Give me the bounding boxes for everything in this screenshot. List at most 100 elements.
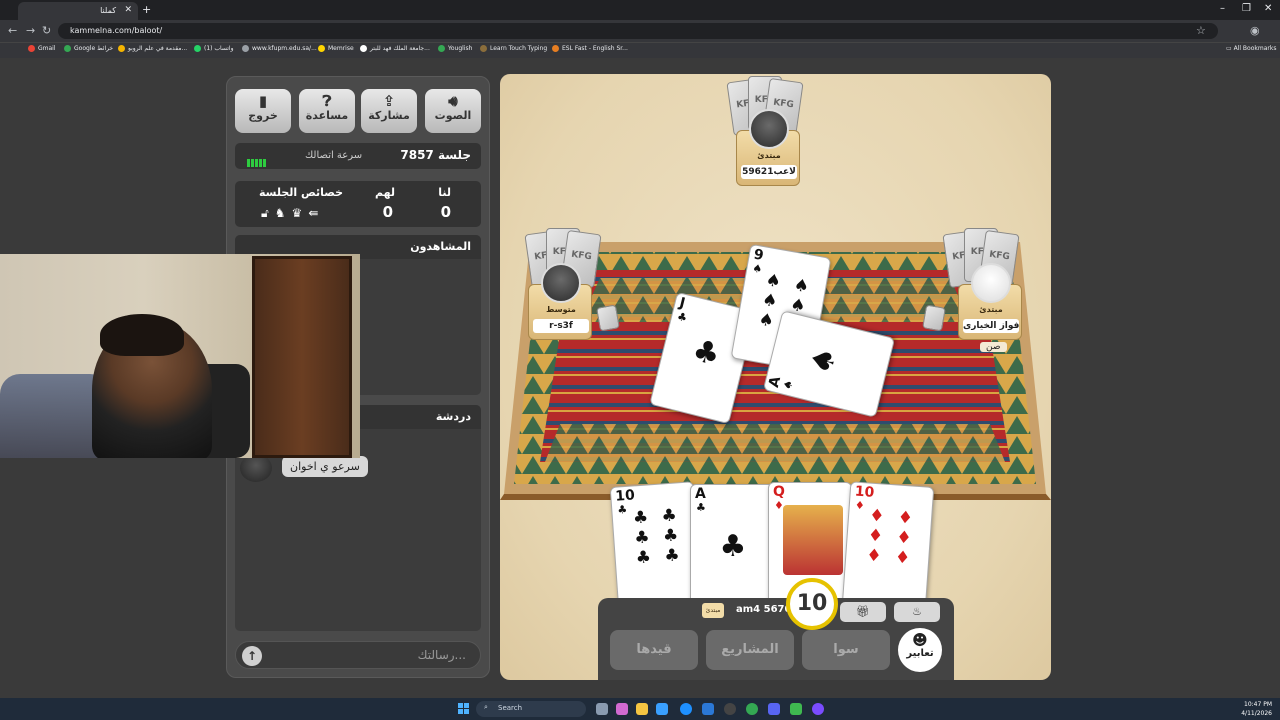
horse-icon: ♞ <box>274 206 292 220</box>
avatar <box>971 263 1011 303</box>
qaydha-button[interactable]: قيدها <box>610 630 698 670</box>
address-bar-row: ← → ↻ kammelna.com/baloot/ ☆ ◉ <box>0 20 1280 42</box>
bookmark-item[interactable]: مقدمة في علم الروبو... <box>118 45 187 52</box>
taskbar: ⌕ Search 10:47 PM 4/11/2026 <box>0 698 1280 720</box>
door <box>252 256 352 458</box>
discord-icon[interactable] <box>768 703 780 715</box>
mail-icon[interactable] <box>702 703 714 715</box>
share-icon: ⇪ <box>382 92 396 110</box>
close-window-icon[interactable]: ✕ <box>1264 3 1272 14</box>
hand-card[interactable]: A ♣ ♣ <box>690 484 774 610</box>
profile-icon[interactable]: ◉ <box>1250 24 1260 37</box>
bookmark-item[interactable]: Youglish <box>438 45 472 52</box>
arrows-icon: ⇚ <box>308 206 325 220</box>
player-left[interactable]: متوسط r-s3f <box>528 263 592 340</box>
bookmark-item[interactable]: Google خرائط <box>64 45 113 52</box>
hand-card[interactable]: 10 ♦ ♦ ♦ ♦ ♦ ♦ ♦ <box>841 481 935 613</box>
search-icon: ⌕ <box>484 703 488 711</box>
trophy-icon: ♛ <box>291 206 309 220</box>
sound-button[interactable]: 🔊︎ الصوت <box>425 89 481 133</box>
edge-icon[interactable] <box>680 703 692 715</box>
connection-bars-icon <box>247 152 267 171</box>
app-icon[interactable] <box>790 703 802 715</box>
chat-bubble: سرعو ي اخوان <box>282 456 368 477</box>
minimize-icon[interactable]: – <box>1220 3 1225 14</box>
browser-tab[interactable]: كملنا ✕ <box>18 2 138 20</box>
player-left-name: r-s3f <box>533 319 589 333</box>
chrome-icon[interactable] <box>746 703 758 715</box>
connection-label: سرعة اتصالك <box>305 150 363 161</box>
url-text: kammelna.com/baloot/ <box>70 26 163 35</box>
app-icon[interactable] <box>812 703 824 715</box>
url-field[interactable]: kammelna.com/baloot/ <box>58 23 1218 39</box>
projects-button[interactable]: المشاريع <box>706 630 794 670</box>
bookmark-item[interactable]: www.kfupm.edu.sa/... <box>242 45 317 52</box>
player-top-name: لاعب59621 <box>741 165 797 179</box>
turn-timer: 10 <box>786 578 838 630</box>
my-name: am4 5670 <box>736 604 792 615</box>
taskbar-search[interactable]: ⌕ Search <box>476 701 586 717</box>
score-box: لنا لهم خصائص الجلسة 0 0 🔓︎♞♛⇚ <box>235 181 481 227</box>
all-bookmarks[interactable]: ▭ All Bookmarks <box>1226 45 1276 52</box>
bookmark-item[interactable]: ESL Fast - English Sr... <box>552 45 628 52</box>
restore-icon[interactable]: ❐ <box>1242 3 1251 14</box>
clock-date: 4/11/2026 <box>1241 710 1272 717</box>
hand-card[interactable]: 10 ♣ ♣ ♣ ♣ ♣ ♣ ♣ <box>609 481 703 613</box>
message-input[interactable]: ↑ رسالتك... <box>235 641 481 669</box>
app-icon[interactable] <box>616 703 628 715</box>
reload-icon[interactable]: ↻ <box>42 24 51 37</box>
windows-icon[interactable] <box>458 703 470 715</box>
gift-icon[interactable]: 🎁︎ <box>840 602 886 622</box>
session-props-label: خصائص الجلسة <box>259 186 344 199</box>
bookmark-item[interactable]: Learn Touch Typing <box>480 45 547 52</box>
expressions-button[interactable]: ☻ تعابير <box>898 628 942 672</box>
avatar <box>749 109 789 149</box>
session-props-icons: 🔓︎♞♛⇚ <box>261 206 324 221</box>
exit-button[interactable]: ▮ خروج <box>235 89 291 133</box>
lock-icon: 🔓︎ <box>261 206 275 220</box>
star-icon[interactable]: ☆ <box>1196 24 1206 37</box>
them-score: 0 <box>382 203 393 221</box>
bookmark-item[interactable]: (1) واتساب <box>194 45 233 52</box>
exit-icon: ▮ <box>258 92 268 110</box>
webcam-overlay <box>0 254 360 458</box>
bookmark-item[interactable]: Gmail <box>28 45 56 52</box>
player-right-role: صن <box>980 342 1007 352</box>
folder-icon: ▭ <box>1226 45 1234 52</box>
player-right-level: مبتدئ <box>979 305 1003 314</box>
app-icon[interactable] <box>656 703 668 715</box>
forward-icon[interactable]: → <box>26 24 35 37</box>
bookmark-item[interactable]: جامعة الملك فهد للبتر... <box>360 45 430 52</box>
help-button[interactable]: ❓︎ مساعدة <box>299 89 355 133</box>
session-info: سرعة اتصالك جلسة 7857 <box>235 143 481 169</box>
fire-icon[interactable]: ♨ <box>894 602 940 622</box>
speaker-icon: 🔊︎ <box>448 92 458 110</box>
game-board: KFG KFG KFG مبتدئ لاعب59621 KFG KFG KFG … <box>500 74 1051 680</box>
player-left-level: متوسط <box>546 305 576 314</box>
task-view-icon[interactable] <box>596 703 608 715</box>
send-arrow-icon[interactable]: ↑ <box>242 646 262 666</box>
browser-tabbar: كملنا ✕ + – ❐ ✕ <box>0 0 1280 20</box>
steam-icon[interactable] <box>724 703 736 715</box>
sawa-button[interactable]: سوا <box>802 630 890 670</box>
player-top-level: مبتدئ <box>757 151 781 160</box>
file-explorer-icon[interactable] <box>636 703 648 715</box>
help-icon: ❓︎ <box>322 92 332 110</box>
clock[interactable]: 10:47 PM 4/11/2026 <box>1241 700 1272 718</box>
avatar <box>240 454 272 482</box>
new-tab-icon[interactable]: + <box>142 3 151 16</box>
player-top[interactable]: مبتدئ لاعب59621 <box>736 109 800 186</box>
player-right-name: فواز الخيارى <box>963 319 1019 333</box>
us-score: 0 <box>440 203 451 221</box>
share-button[interactable]: ⇪ مشاركة <box>361 89 417 133</box>
message-placeholder: رسالتك... <box>417 648 466 662</box>
session-number: جلسة 7857 <box>400 148 471 162</box>
close-tab-icon[interactable]: ✕ <box>124 5 132 15</box>
player-right[interactable]: مبتدئ فواز الخيارى <box>958 263 1022 340</box>
bookmark-item[interactable]: Memrise <box>318 45 354 52</box>
back-icon[interactable]: ← <box>8 24 17 37</box>
right-collected-card <box>922 304 946 332</box>
clock-time: 10:47 PM <box>1244 701 1272 708</box>
my-level: مبتدئ <box>702 603 724 618</box>
us-label: لنا <box>438 186 451 199</box>
